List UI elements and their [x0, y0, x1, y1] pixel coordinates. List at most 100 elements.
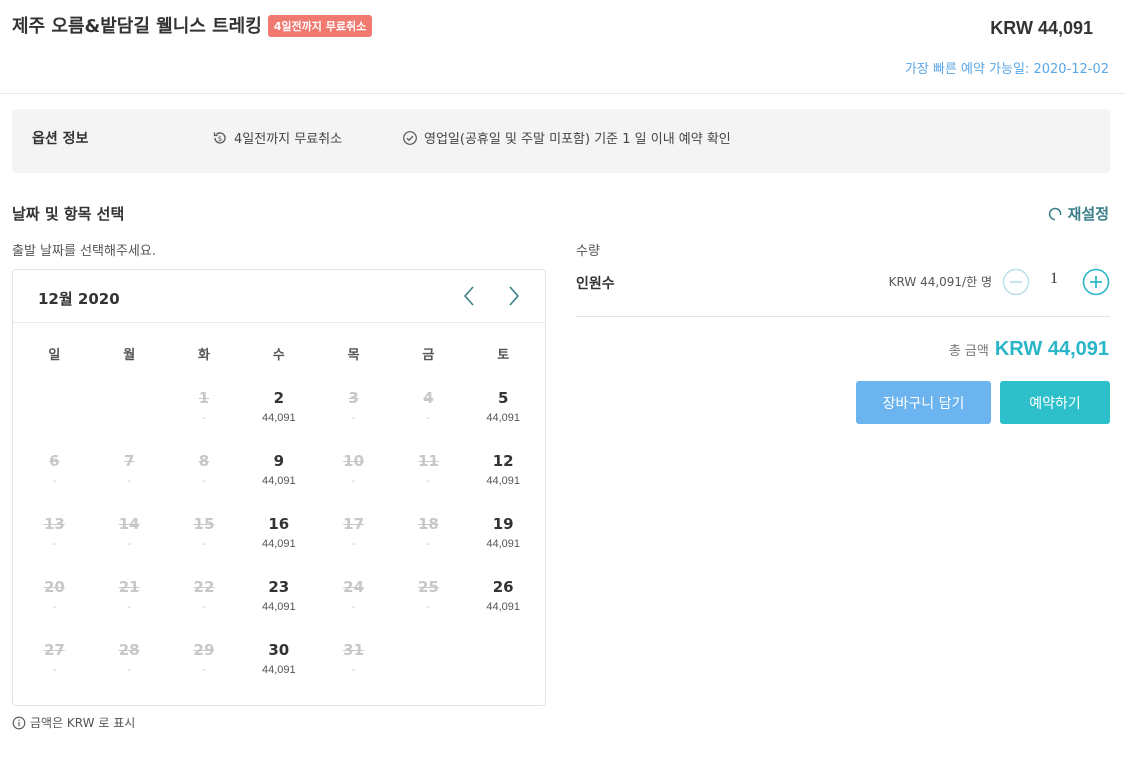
calendar-day-number: 27: [43, 641, 65, 659]
option-free-cancel: $ 4일전까지 무료취소: [212, 128, 342, 147]
info-icon: [12, 716, 26, 729]
calendar-day-available[interactable]: 5 44,091: [466, 388, 541, 451]
calendar-day-number: 12: [492, 452, 514, 470]
calendar-day-unavailable: 1-: [167, 388, 242, 451]
calendar-day-unavailable: 7-: [92, 451, 167, 514]
calendar-day-price: 44,091: [486, 601, 520, 613]
calendar-day-number: 30: [268, 641, 290, 659]
calendar-day-available[interactable]: 2 44,091: [241, 388, 316, 451]
calendar-day-price: -: [52, 664, 57, 676]
calendar-day-price: -: [127, 475, 132, 487]
book-now-button[interactable]: 예약하기: [1000, 381, 1110, 424]
calendar-day-price: -: [127, 601, 132, 613]
earliest-booking-date: 가장 빠른 예약 가능일: 2020-12-02: [904, 62, 1109, 77]
calendar-day-number: 15: [193, 515, 215, 533]
prev-month-button[interactable]: [455, 282, 483, 310]
calendar-day-unavailable: 14 -: [92, 514, 167, 577]
quantity-value: 1: [1050, 270, 1058, 287]
reset-label: 재설정: [1067, 205, 1109, 223]
calendar-day-available[interactable]: 9 44,091: [241, 451, 316, 514]
next-month-button[interactable]: [500, 282, 528, 310]
calendar-day-number: 9: [273, 452, 284, 470]
check-circle-icon: [403, 130, 417, 145]
calendar-day-unavailable: 17 -: [316, 514, 391, 577]
calendar-day-price: -: [426, 601, 431, 613]
calendar-day-number: 18: [417, 515, 439, 533]
option-info-title: 옵션 정보: [32, 131, 89, 147]
quantity-unit-price: KRW 44,091/한 명: [888, 275, 992, 289]
calendar-day-price: 44,091: [261, 664, 296, 676]
quantity-label: 수량: [576, 244, 600, 259]
reset-button[interactable]: 재설정: [1048, 203, 1109, 224]
calendar-day-price: 44,091: [486, 475, 520, 487]
currency-note-text: 금액은 KRW 로 표시: [30, 716, 136, 730]
calendar-day-number: 20: [43, 578, 65, 596]
weekday-label: 화: [198, 348, 210, 363]
product-title-text: 제주 오름&밭담길 웰니스 트레킹: [12, 16, 262, 37]
option-info-panel: 옵션 정보 $ 4일전까지 무료취소 영업일(공휴일 및 주말 미포함) 기준 …: [12, 109, 1110, 173]
calendar-day-unavailable: 10 -: [316, 451, 391, 514]
calendar-day-number: 19: [492, 515, 514, 533]
calendar-day-number: 23: [268, 578, 290, 596]
calendar-day-unavailable: 24 -: [316, 577, 391, 640]
calendar-day-price: 44,091: [261, 412, 296, 424]
weekday-row: 일 월 화 수 목 금 토: [17, 344, 541, 363]
calendar-day-price: -: [351, 475, 356, 487]
calendar-day-price: -: [426, 475, 431, 487]
date-calendar: 12월 2020 일 월 화 수 목 금 토 1-2 44,091 3-4-5 44,…: [12, 269, 546, 706]
calendar-day-unavailable: 13 -: [17, 514, 92, 577]
calendar-day-available[interactable]: 12 44,091: [466, 451, 541, 514]
svg-text:$: $: [218, 135, 222, 143]
calendar-day-number: 22: [193, 578, 215, 596]
reset-icon: [1048, 207, 1061, 220]
calendar-day-number: 16: [268, 515, 290, 533]
calendar-header: 12월 2020: [13, 270, 545, 323]
total-price-label: 총 금액: [948, 344, 989, 359]
calendar-day-unavailable: 28 -: [92, 640, 167, 703]
calendar-empty-cell: [92, 388, 167, 451]
calendar-day-number: 11: [417, 452, 439, 470]
calendar-day-number: 21: [118, 578, 140, 596]
calendar-day-price: 44,091: [486, 538, 520, 550]
calendar-day-number: 2: [273, 389, 284, 407]
calendar-day-price: 44,091: [261, 601, 296, 613]
calendar-day-available[interactable]: 23 44,091: [241, 577, 316, 640]
calendar-day-number: 31: [343, 641, 365, 659]
calendar-days-grid: 1-2 44,091 3-4-5 44,091 6-7-8-9 44,091 10-11-1…: [17, 388, 541, 703]
calendar-day-available[interactable]: 16 44,091: [241, 514, 316, 577]
calendar-day-price: -: [127, 538, 132, 550]
weekday-label: 금: [422, 348, 435, 363]
calendar-day-unavailable: 4-: [391, 388, 466, 451]
calendar-day-price: -: [351, 664, 356, 676]
chevron-right-icon: [509, 286, 520, 306]
calendar-day-unavailable: 3-: [316, 388, 391, 451]
calendar-day-price: -: [52, 475, 57, 487]
calendar-day-unavailable: 29 -: [167, 640, 242, 703]
add-to-cart-button[interactable]: 장바구니 담기: [856, 381, 991, 424]
calendar-day-unavailable: 8-: [167, 451, 242, 514]
calendar-day-available[interactable]: 19 44,091: [466, 514, 541, 577]
calendar-day-unavailable: 25 -: [391, 577, 466, 640]
option-confirmation-label: 영업일(공휴일 및 주말 미포함) 기준 1 일 이내 예약 확인: [424, 132, 731, 147]
quantity-increase-button[interactable]: [1082, 268, 1110, 296]
calendar-day-price: -: [202, 412, 206, 424]
calendar-day-available[interactable]: 26 44,091: [466, 577, 541, 640]
calendar-day-unavailable: 20 -: [17, 577, 92, 640]
calendar-day-unavailable: 22 -: [167, 577, 242, 640]
calendar-day-number: 3: [348, 389, 359, 407]
calendar-day-price: -: [52, 538, 57, 550]
calendar-day-price: -: [127, 664, 132, 676]
calendar-day-price: -: [426, 412, 431, 424]
calendar-day-number: 4: [423, 389, 434, 407]
calendar-day-unavailable: 15 -: [167, 514, 242, 577]
calendar-day-price: -: [52, 601, 57, 613]
quantity-decrease-button[interactable]: [1002, 268, 1030, 296]
calendar-day-price: -: [351, 538, 356, 550]
calendar-day-price: -: [351, 601, 356, 613]
calendar-day-price: 44,091: [486, 412, 520, 424]
calendar-day-number: 24: [343, 578, 365, 596]
quantity-row: 인원수 KRW 44,091/한 명 1: [576, 262, 1110, 317]
calendar-day-price: -: [202, 475, 206, 487]
calendar-day-number: 6: [49, 452, 60, 470]
calendar-day-available[interactable]: 30 44,091: [241, 640, 316, 703]
